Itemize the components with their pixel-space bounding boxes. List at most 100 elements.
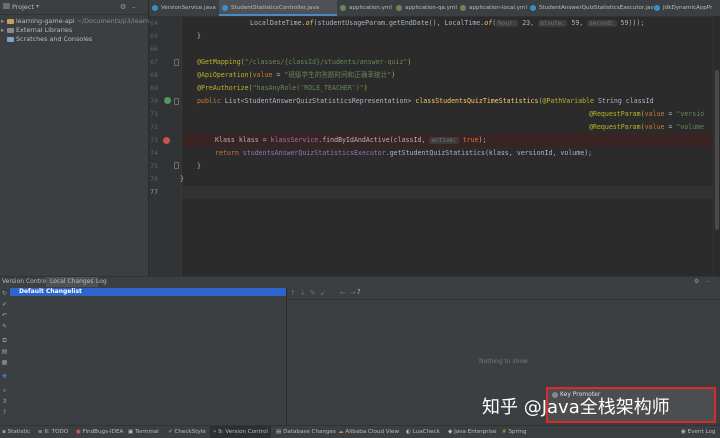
tool-todo[interactable]: ≡ 6: TODO [38, 426, 68, 438]
code-token: true [458, 136, 479, 144]
tab-log[interactable]: Log [96, 277, 107, 287]
up-arrow-icon[interactable]: ↑ [290, 289, 296, 297]
settings-gear-icon[interactable]: ⚙ [694, 277, 699, 287]
zoom-icon[interactable]: ⌕ [1, 387, 8, 394]
code-token: ) [391, 71, 396, 79]
code-line-76[interactable]: } [180, 173, 184, 186]
param-hint: second: [587, 20, 617, 27]
breakpoint-icon[interactable] [163, 137, 170, 144]
collapse-icon[interactable]: ↙ [320, 289, 326, 297]
collapse-all-icon[interactable]: ⇕ [1, 398, 8, 405]
param-hint: active: [429, 137, 459, 144]
tab-application-yml[interactable]: application.yml [337, 0, 393, 16]
code-line-67[interactable]: @GetMapping("/classes/{classId}/students… [197, 56, 411, 69]
tree-item-project-root[interactable]: ▸ learning-game-api ~/Documents/p3/learni… [1, 17, 159, 26]
tool-version-control[interactable]: ⑂ 9: Version Control [210, 426, 271, 438]
terminal-icon: ▣ [128, 429, 134, 435]
code-line-75[interactable]: } [197, 160, 201, 173]
fold-icon[interactable] [174, 98, 179, 105]
tool-statistic[interactable]: ▪ Statistic [2, 426, 30, 438]
code-token: ) [363, 84, 368, 92]
project-panel-header[interactable]: Project ▾ ⚙ – [0, 0, 148, 15]
code-line-71[interactable]: @RequestParam(value = "versio [589, 108, 704, 121]
yaml-file-icon [396, 5, 402, 11]
tool-java-enterprise[interactable]: ◆ Java Enterprise [448, 426, 496, 438]
forward-arrow-icon[interactable]: → [350, 289, 356, 297]
changelist-item-default[interactable]: Default Changelist [10, 288, 286, 296]
help-icon[interactable]: ? [1, 409, 8, 416]
rollback-icon[interactable]: ↶ [1, 312, 8, 319]
tool-window-bar: ▪ Statistic ≡ 6: TODO ● FindBugs-IDEA ▣ … [0, 425, 720, 438]
endpoint-icon[interactable] [164, 97, 171, 104]
tool-label: 9: Version Control [218, 429, 268, 435]
code-token: (studentUsageParam.getEndDate(), LocalTi… [313, 19, 485, 27]
tool-terminal[interactable]: ▣ Terminal [128, 426, 159, 438]
line-number: 64 [150, 19, 158, 27]
tool-event-log[interactable]: ◉ Event Log [681, 426, 715, 438]
code-token: = [664, 110, 677, 118]
settings-gear-icon[interactable]: ⚙ [120, 1, 126, 13]
code-token: studentsAnswerQuizStatisticsExecutor [242, 149, 386, 157]
collapse-icon[interactable]: – [132, 1, 136, 13]
tool-alibaba-cloud-view[interactable]: ☁ Alibaba Cloud View [338, 426, 399, 438]
version-control-toolbar: ↻ ✔ ↶ ✎ ⧉ ▤ ▦ ✥ ⌕ ⇕ ? [0, 287, 10, 425]
module-folder-icon [7, 18, 14, 24]
scrollbar-thumb[interactable] [715, 70, 719, 230]
line-number: 68 [150, 71, 158, 79]
code-token: @PathVariable [542, 97, 595, 105]
group-icon[interactable]: ▦ [1, 359, 8, 366]
fold-icon[interactable] [174, 59, 179, 66]
tree-item-external-libraries[interactable]: ▸ External Libraries [1, 26, 72, 35]
chart-icon: ▪ [2, 429, 6, 435]
tool-checkstyle[interactable]: ✓ CheckStyle [168, 426, 206, 438]
tab-label: application.yml [349, 5, 392, 11]
back-arrow-icon[interactable]: ← [340, 289, 346, 297]
tab-label: VersionService.java [161, 5, 216, 11]
code-line-65[interactable]: } [197, 30, 201, 43]
shelve-icon[interactable]: ▤ [1, 348, 8, 355]
commit-check-icon[interactable]: ✔ [1, 301, 8, 308]
tool-findbugs[interactable]: ● FindBugs-IDEA [76, 426, 123, 438]
changelist-tree[interactable] [10, 287, 287, 425]
chevron-down-icon[interactable]: ▾ [36, 1, 39, 13]
tab-version-service[interactable]: VersionService.java [149, 0, 219, 16]
tab-application-local-yml[interactable]: application-local.yml [457, 0, 527, 16]
help-icon[interactable]: ? [357, 288, 361, 296]
down-arrow-icon[interactable]: ↓ [300, 289, 306, 297]
hide-panel-icon[interactable]: – [706, 277, 709, 287]
code-line-73[interactable]: Klass klass = klassService.findByIdAndAc… [215, 134, 486, 147]
tab-application-qa-yml[interactable]: application-qa.yml [393, 0, 457, 16]
tool-database-changes[interactable]: ▤ Database Changes [276, 426, 336, 438]
code-line-64[interactable]: LocalDateTime.of(studentUsageParam.getEn… [250, 17, 644, 30]
code-line-74[interactable]: return studentsAnswerQuizStatisticsExecu… [215, 147, 592, 160]
code-line-68[interactable]: @ApiOperation(value = "班级学生的答题时间和正确率统计") [197, 69, 395, 82]
code-token: .findByIdAndActive(classId, [318, 136, 430, 144]
version-control-title: Version Control: [2, 278, 50, 285]
code-line-69[interactable]: @PreAuthorize("hasAnyRole('ROLE_TEACHER'… [197, 82, 368, 95]
watermark: 知乎 @Java全栈架构师 [482, 397, 670, 418]
edit-source-icon[interactable]: ✎ [310, 289, 316, 297]
library-icon [7, 27, 14, 33]
expand-icon[interactable]: ✥ [1, 373, 8, 380]
event-log-icon: ◉ [681, 429, 686, 435]
cloud-icon: ☁ [338, 429, 344, 435]
code-token: Klass klass = [215, 136, 271, 144]
code-line-72[interactable]: @RequestParam(value = "volume [589, 121, 704, 134]
code-token: String classId [594, 97, 654, 105]
tab-student-answer-quiz-statistics-executor[interactable]: StudentAnswerQuizStatisticsExecutor.java [527, 0, 657, 16]
tree-item-scratches[interactable]: Scratches and Consoles [1, 35, 92, 44]
tab-jdk-dynamic-aop-proxy[interactable]: JdkDynamicAopPr [651, 0, 720, 16]
diff-icon[interactable]: ⧉ [1, 337, 8, 344]
yaml-file-icon [340, 5, 346, 11]
tool-spring[interactable]: ❦ Spring [502, 426, 527, 438]
tool-luacheck[interactable]: ◐ LuaCheck [406, 426, 440, 438]
tab-student-statistics-controller[interactable]: StudentStatisticsController.java [219, 0, 337, 16]
code-line-70[interactable]: public List<StudentAnswerQuizStatisticsR… [197, 95, 654, 108]
tab-label: JdkDynamicAopPr [663, 5, 713, 11]
caret-line-highlight [182, 186, 720, 199]
code-token: @ApiOperation( [197, 71, 253, 79]
tool-label: Event Log [687, 429, 716, 435]
fold-icon[interactable] [174, 162, 179, 169]
edit-icon[interactable]: ✎ [1, 323, 8, 330]
refresh-icon[interactable]: ↻ [1, 290, 8, 297]
